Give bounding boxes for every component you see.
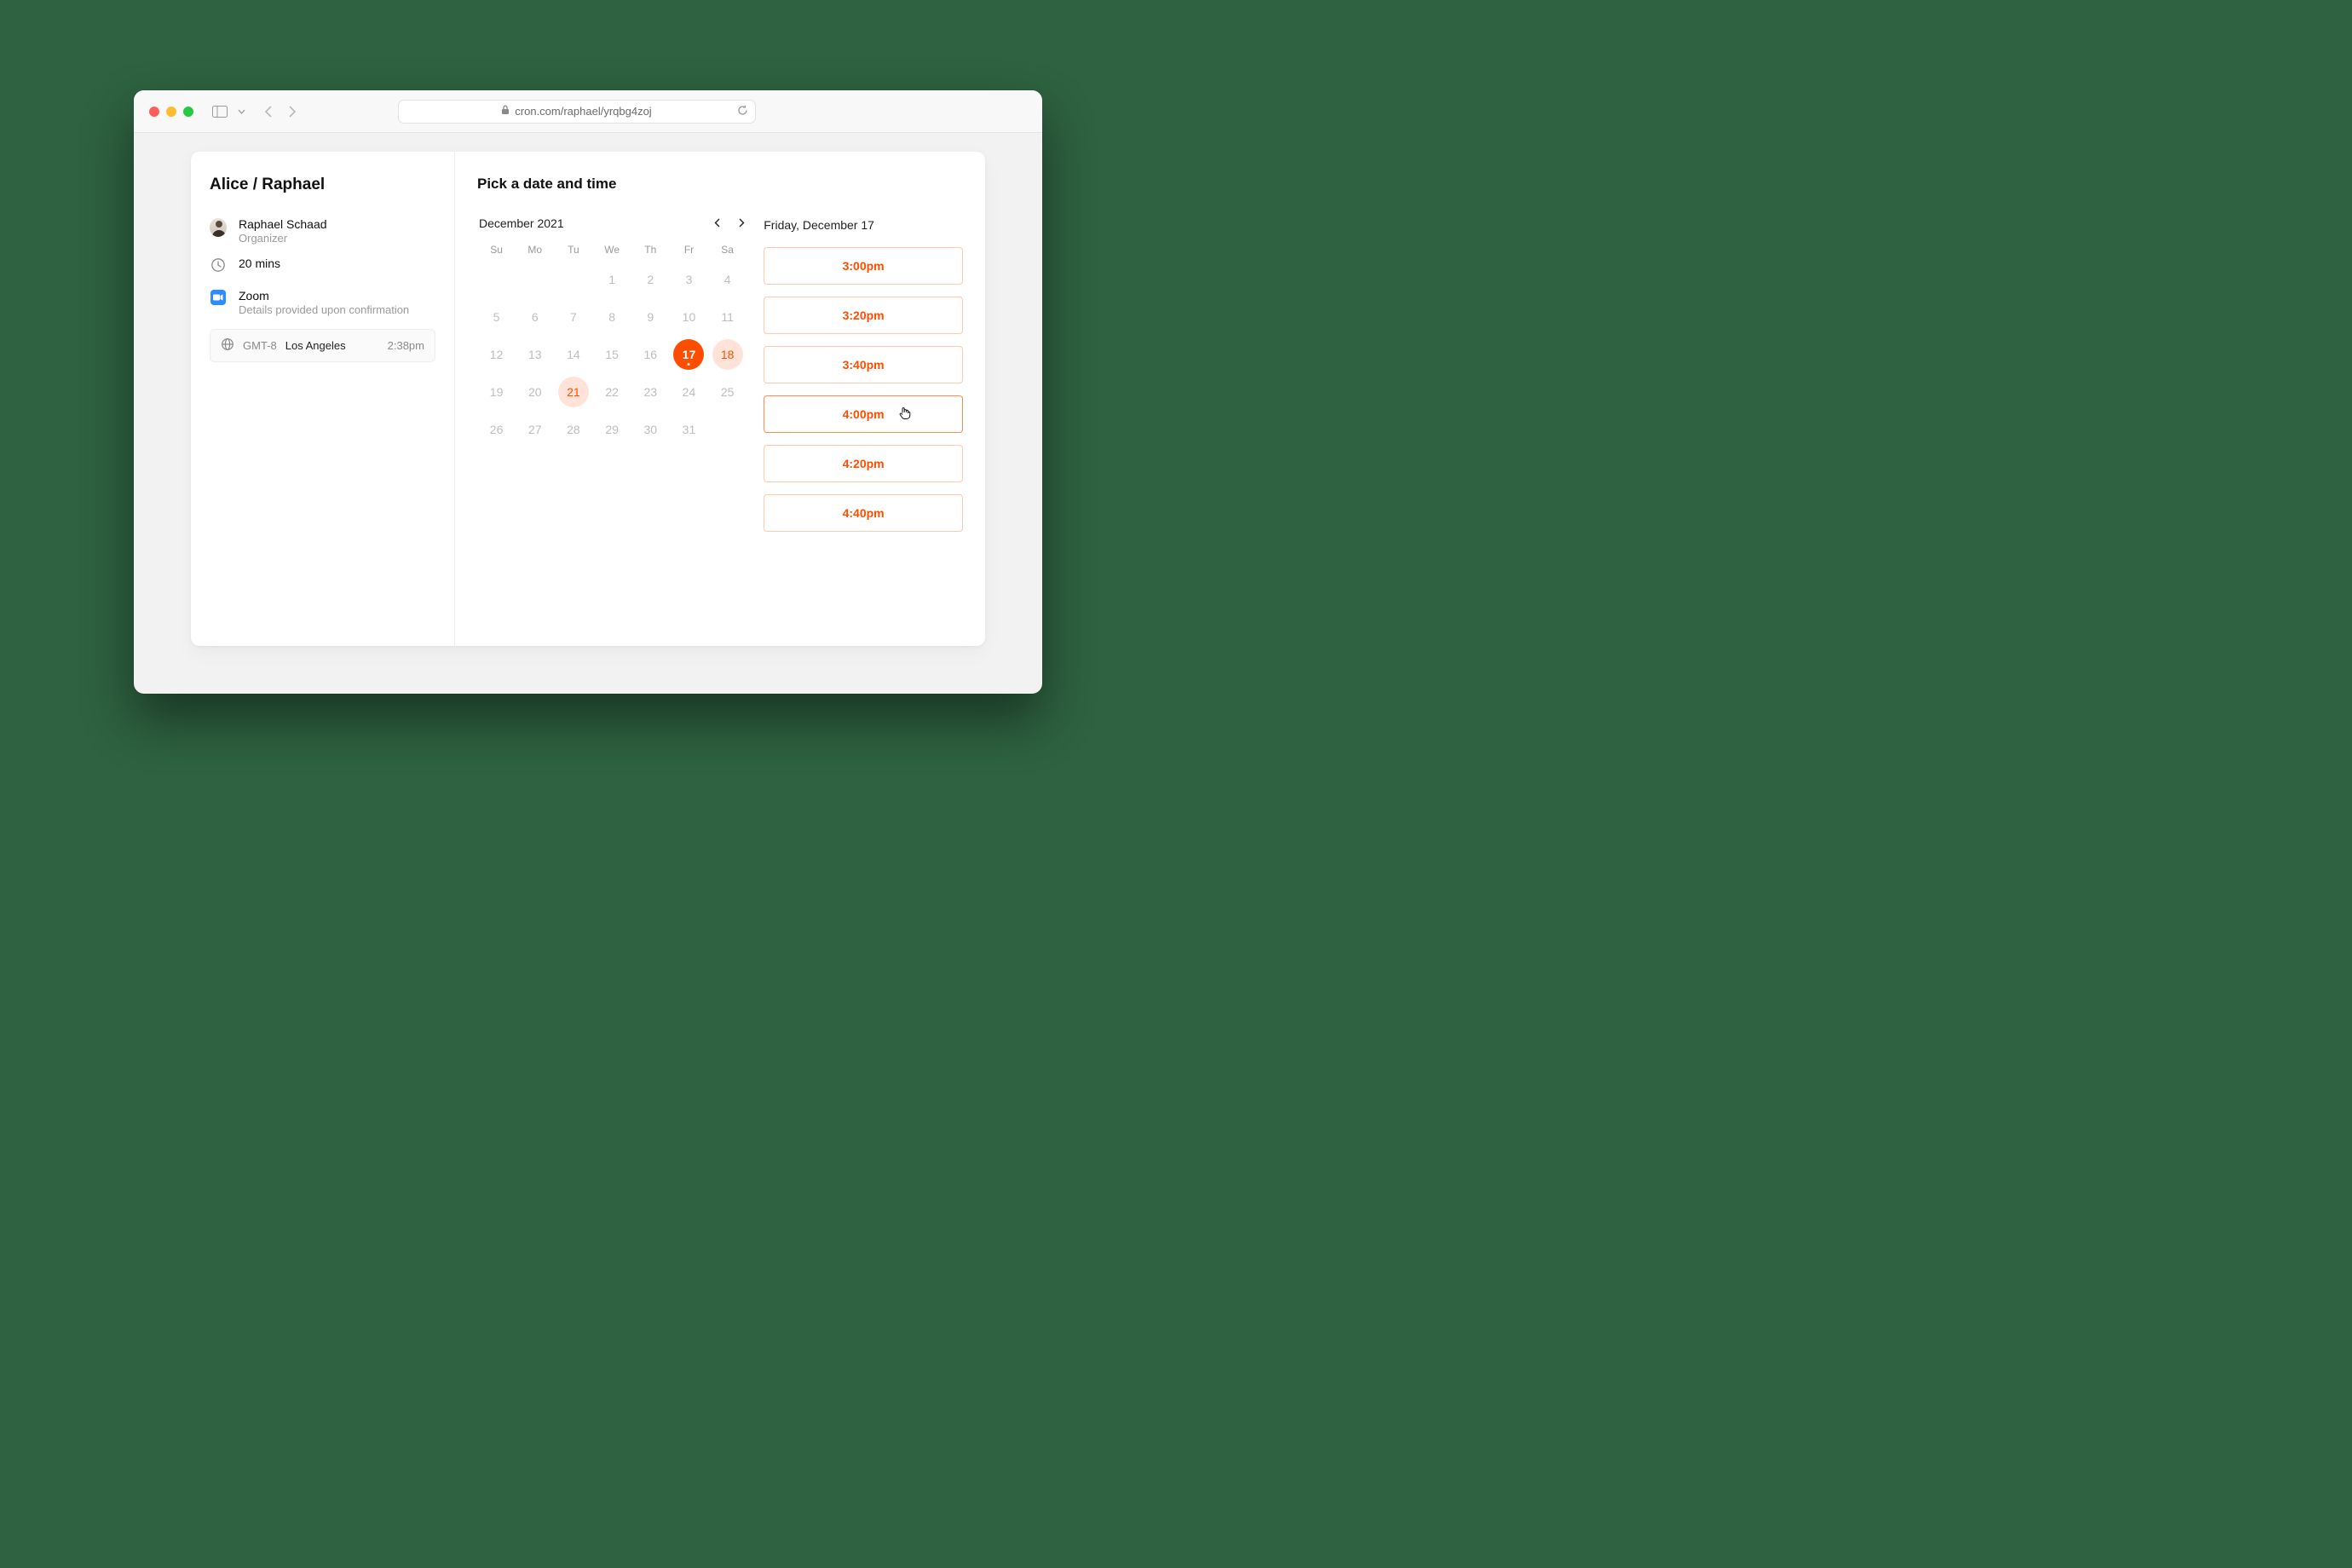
timeslot-list: 3:00pm 3:20pm 3:40pm 4:00pm 4:20pm 4:40pm <box>764 247 963 532</box>
calendar-day: 15 <box>597 339 627 370</box>
calendar-day[interactable]: 18 <box>712 339 743 370</box>
calendar-day: 11 <box>712 302 743 332</box>
browser-window: cron.com/raphael/yrqbg4zoj Alice / Rapha… <box>134 90 1042 694</box>
clock-icon <box>210 257 226 277</box>
calendar-day: 10 <box>673 302 704 332</box>
url-text: cron.com/raphael/yrqbg4zoj <box>515 105 651 118</box>
calendar-day: 23 <box>635 377 666 407</box>
calendar-day[interactable]: 17 <box>673 339 704 370</box>
calendar-day: 14 <box>558 339 589 370</box>
calendar-day: 25 <box>712 377 743 407</box>
calendar-day: 5 <box>481 302 512 332</box>
calendar-day: 8 <box>597 302 627 332</box>
calendar-day: 22 <box>597 377 627 407</box>
weekday-label: Sa <box>708 244 747 256</box>
weekday-header: SuMoTuWeThFrSa <box>477 244 747 256</box>
duration-row: 20 mins <box>210 251 435 283</box>
weekday-label: Th <box>631 244 670 256</box>
page-body: Alice / Raphael Raphael Schaad Organizer <box>134 133 1042 694</box>
reload-button[interactable] <box>737 105 748 118</box>
calendar-section: Pick a date and time December 2021 <box>477 176 747 625</box>
lock-icon <box>501 105 510 118</box>
prev-month-button[interactable] <box>714 216 720 230</box>
timezone-offset: GMT-8 <box>243 339 277 352</box>
timeslot-section: Friday, December 17 3:00pm 3:20pm 3:40pm 4:… <box>764 176 963 625</box>
weekday-label: Tu <box>554 244 592 256</box>
booking-sidebar: Alice / Raphael Raphael Schaad Organizer <box>191 152 455 646</box>
timeslot-button[interactable]: 3:40pm <box>764 346 963 383</box>
booking-card: Alice / Raphael Raphael Schaad Organizer <box>191 152 985 646</box>
timezone-current-time: 2:38pm <box>388 339 424 352</box>
timezone-selector[interactable]: GMT-8 Los Angeles 2:38pm <box>210 329 435 362</box>
calendar-day: 29 <box>597 414 627 445</box>
timeslot-button[interactable]: 3:20pm <box>764 297 963 334</box>
calendar-day: 4 <box>712 264 743 295</box>
month-label: December 2021 <box>479 216 564 230</box>
calendar-day: 2 <box>635 264 666 295</box>
section-heading: Pick a date and time <box>477 176 747 193</box>
next-month-button[interactable] <box>739 216 745 230</box>
timeslot-button[interactable]: 4:00pm <box>764 395 963 433</box>
timeslot-button[interactable]: 4:20pm <box>764 445 963 482</box>
back-button[interactable] <box>264 106 273 118</box>
chevron-down-icon[interactable] <box>238 109 245 114</box>
weekday-label: Su <box>477 244 516 256</box>
calendar-day: 19 <box>481 377 512 407</box>
calendar-day: 30 <box>635 414 666 445</box>
forward-button[interactable] <box>288 106 297 118</box>
organizer-name: Raphael Schaad <box>239 217 435 231</box>
calendar-day: 31 <box>673 414 704 445</box>
month-navigation: December 2021 <box>477 216 747 230</box>
duration-text: 20 mins <box>239 257 435 270</box>
calendar-day: 20 <box>520 377 551 407</box>
calendar-day: 12 <box>481 339 512 370</box>
conference-row: Zoom Details provided upon confirmation <box>210 283 435 322</box>
browser-chrome: cron.com/raphael/yrqbg4zoj <box>134 90 1042 133</box>
timeslot-button[interactable]: 4:40pm <box>764 494 963 532</box>
address-bar[interactable]: cron.com/raphael/yrqbg4zoj <box>398 100 756 124</box>
timeslot-button[interactable]: 3:00pm <box>764 247 963 285</box>
maximize-window-button[interactable] <box>183 107 193 117</box>
avatar <box>210 218 227 237</box>
weekday-label: Mo <box>516 244 554 256</box>
calendar-day: 13 <box>520 339 551 370</box>
calendar-day: 1 <box>597 264 627 295</box>
calendar-day: 27 <box>520 414 551 445</box>
timezone-city: Los Angeles <box>285 339 346 352</box>
weekday-label: Fr <box>670 244 708 256</box>
calendar-day: 7 <box>558 302 589 332</box>
calendar-day[interactable]: 21 <box>558 377 589 407</box>
cursor-icon <box>899 406 911 423</box>
close-window-button[interactable] <box>149 107 159 117</box>
selected-date-label: Friday, December 17 <box>764 218 963 232</box>
minimize-window-button[interactable] <box>166 107 176 117</box>
weekday-label: We <box>593 244 631 256</box>
conference-detail: Details provided upon confirmation <box>239 303 435 316</box>
calendar-day: 26 <box>481 414 512 445</box>
sidebar-toggle-button[interactable] <box>212 106 228 118</box>
calendar-day: 16 <box>635 339 666 370</box>
organizer-role: Organizer <box>239 232 435 245</box>
calendar-day: 3 <box>673 264 704 295</box>
window-controls <box>149 107 193 117</box>
calendar-grid: 1234567891011121314151617181920212223242… <box>477 261 747 448</box>
globe-icon <box>221 337 234 354</box>
meeting-title: Alice / Raphael <box>210 176 435 194</box>
conference-name: Zoom <box>239 289 435 303</box>
calendar-day: 9 <box>635 302 666 332</box>
zoom-icon <box>210 290 226 305</box>
calendar-day: 28 <box>558 414 589 445</box>
organizer-row: Raphael Schaad Organizer <box>210 211 435 251</box>
calendar-day: 6 <box>520 302 551 332</box>
calendar-day: 24 <box>673 377 704 407</box>
booking-main: Pick a date and time December 2021 <box>455 152 985 646</box>
